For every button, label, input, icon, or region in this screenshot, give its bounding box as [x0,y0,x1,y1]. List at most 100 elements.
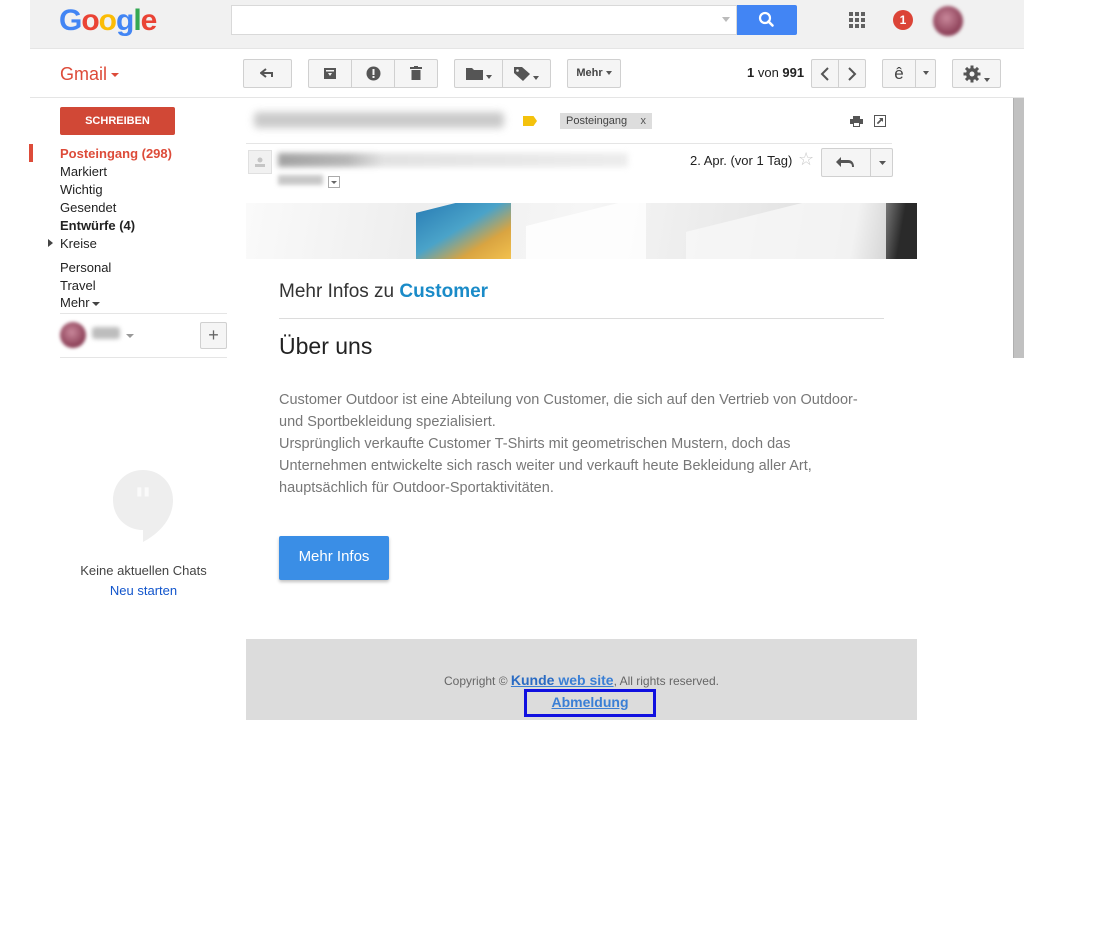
settings-icon [963,65,981,83]
search-input[interactable] [231,5,737,35]
sidebar-item-sent[interactable]: Gesendet [60,199,116,217]
website-link-bold: Kunde [510,672,555,688]
hangouts-quote-icon: " [113,470,173,542]
older-button[interactable] [838,59,866,88]
svg-text:": " [134,481,152,521]
archive-button[interactable] [308,59,352,88]
website-link-rest: web site [554,672,614,688]
chevron-down-icon [533,76,539,81]
pager-total: 991 [782,65,805,80]
banner-surf-photo [416,203,511,259]
start-chat-link[interactable]: Neu starten [60,583,227,598]
next-icon [848,67,857,81]
archive-icon [324,68,336,79]
input-tools-label: ê [894,64,904,83]
banner-card [526,203,646,259]
expand-arrow-icon[interactable] [48,239,53,247]
sidebar-more-label: Mehr [60,295,90,310]
show-details-button[interactable] [328,176,340,188]
move-to-button[interactable] [454,59,503,88]
delete-button[interactable] [394,59,438,88]
pager-text: 1 von 991 [747,65,804,80]
about-heading: Über uns [279,333,373,359]
copyright-suffix: , All rights reserved. [613,674,719,688]
sidebar-item-starred[interactable]: Markiert [60,163,107,181]
report-spam-button[interactable] [351,59,395,88]
scrollbar-thumb[interactable] [1013,98,1024,358]
website-link[interactable]: Kunde web site [511,672,614,688]
gmail-label: Gmail [60,64,108,84]
labels-button[interactable] [502,59,551,88]
person-icon [255,157,265,167]
about-paragraph-1: Customer Outdoor ist eine Abteilung von … [279,392,858,430]
more-info-button[interactable]: Mehr Infos [279,536,389,580]
chevron-down-icon [984,78,990,83]
chevron-down-icon [111,73,120,78]
previous-icon [820,67,829,81]
settings-button[interactable] [952,59,1001,88]
reply-button[interactable] [821,148,893,177]
compose-button[interactable]: SCHREIBEN [60,107,175,135]
input-tools-button[interactable]: ê [882,59,916,88]
back-icon [258,68,273,78]
sidebar-item-important[interactable]: Wichtig [60,181,103,199]
remove-label-icon[interactable]: x [641,113,647,129]
logo-letter: l [133,4,141,37]
logo-letter: G [59,4,82,37]
open-in-new-window-icon[interactable] [874,115,886,127]
chevron-down-icon [605,71,612,76]
sidebar-item-drafts[interactable]: Entwürfe (4) [60,217,135,235]
pager-of: von [754,65,783,80]
message-divider [246,143,892,144]
banner-card [686,203,886,259]
more-actions-button[interactable]: Mehr [567,59,621,88]
email-divider [279,318,884,319]
account-avatar[interactable] [933,6,963,36]
print-icon[interactable] [850,116,863,127]
gmail-switcher[interactable]: Gmail [60,64,120,85]
copyright-prefix: Copyright © [444,674,511,688]
unsubscribe-link[interactable]: Abmeldung [524,689,656,717]
new-chat-button[interactable]: + [200,322,227,349]
importance-marker-icon[interactable] [523,116,537,126]
star-icon[interactable]: ☆ [798,149,814,170]
sidebar-item-inbox[interactable]: Posteingang (298) [60,145,172,163]
hangouts-user-name[interactable] [92,327,120,339]
inbox-label-chip: Posteingang x [560,113,652,129]
hangouts-avatar[interactable] [60,322,86,348]
toolbar-divider [30,97,1024,98]
chevron-down-icon[interactable] [126,334,134,338]
google-logo[interactable]: Google [59,4,158,38]
sidebar-item-travel[interactable]: Travel [60,277,96,295]
logo-letter: o [98,4,117,37]
search-button[interactable] [737,5,797,35]
recipient-redacted [278,175,323,185]
search-options-caret-icon[interactable] [722,17,730,22]
inbox-chip-label: Posteingang [566,115,628,127]
sidebar-item-more[interactable]: Mehr [60,294,100,312]
active-nav-indicator [29,144,33,162]
copyright-line: Copyright © Kunde web site, All rights r… [246,672,917,688]
chevron-down-icon [91,301,100,306]
input-tools-dropdown[interactable] [915,59,936,88]
spam-icon [366,66,380,81]
subject-redacted [254,112,504,128]
search-icon [758,11,774,27]
more-label: Mehr [576,67,603,79]
more-info-prefix: Mehr Infos zu [279,281,400,302]
back-button[interactable] [243,59,292,88]
sidebar-divider [60,357,227,358]
delete-icon [410,66,422,80]
about-paragraph-2: Ursprünglich verkaufte Customer T-Shirts… [279,436,812,496]
sender-redacted [278,153,628,167]
logo-letter: e [140,4,158,37]
newer-button[interactable] [811,59,839,88]
sidebar-item-personal[interactable]: Personal [60,259,111,277]
chevron-down-icon[interactable] [871,149,894,176]
sender-avatar [248,150,272,174]
apps-grid-icon[interactable] [849,12,865,28]
brand-name: Customer [399,281,489,302]
email-banner-image [246,203,917,259]
sidebar-item-circles[interactable]: Kreise [60,235,97,253]
notifications-badge[interactable]: 1 [893,10,913,30]
